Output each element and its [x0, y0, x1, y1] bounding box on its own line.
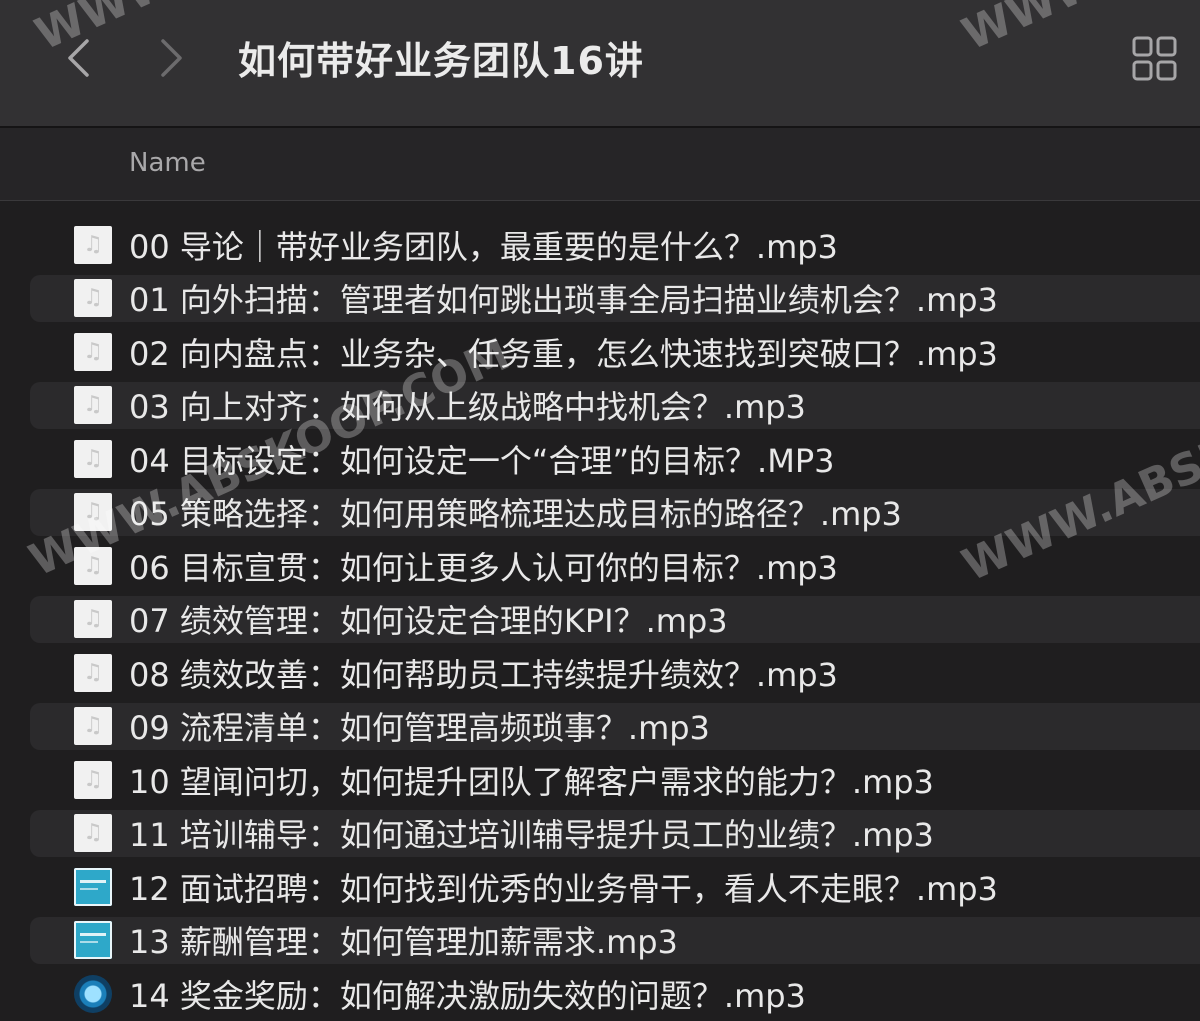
file-row[interactable]: ♫ 11 培训辅导：如何通过培训辅导提升员工的业绩？.mp3 [0, 807, 1200, 861]
window-title: 如何带好业务团队16讲 [238, 39, 644, 83]
audio-file-icon: ♫ [74, 386, 112, 425]
file-name: 08 绩效改善：如何帮助员工持续提升绩效？.mp3 [129, 655, 838, 694]
file-name: 04 目标设定：如何设定一个“合理”的目标？.MP3 [129, 441, 835, 480]
audio-file-icon: ♫ [74, 760, 112, 799]
file-name: 09 流程清单：如何管理高频琐事？.mp3 [129, 709, 710, 748]
file-row[interactable]: ♫ 02 向内盘点：业务杂、任务重，怎么快速找到突破口？.mp3 [0, 325, 1200, 379]
grid-view-icon [1132, 36, 1177, 81]
file-row[interactable]: ♫ 05 策略选择：如何用策略梳理达成目标的路径？.mp3 [0, 486, 1200, 540]
file-row[interactable]: ♫ 03 向上对齐：如何从上级战略中找机会？.mp3 [0, 379, 1200, 433]
audio-file-icon: ♫ [74, 225, 112, 264]
file-name: 07 绩效管理：如何设定合理的KPI？.mp3 [129, 602, 728, 641]
file-row[interactable]: ♫ 01 向外扫描：管理者如何跳出琐事全局扫描业绩机会？.mp3 [0, 272, 1200, 326]
video-thumbnail-icon [74, 921, 112, 960]
file-name: 14 奖金奖励：如何解决激励失效的问题？.mp3 [129, 976, 806, 1015]
audio-file-icon: ♫ [74, 707, 112, 746]
file-name: 12 面试招聘：如何找到优秀的业务骨干，看人不走眼？.mp3 [129, 869, 998, 908]
audio-file-icon: ♫ [74, 332, 112, 371]
audio-file-icon: ♫ [74, 546, 112, 585]
file-list: ♫ 00 导论｜带好业务团队，最重要的是什么？.mp3 ♫ 01 向外扫描：管理者如何… [0, 218, 1200, 1021]
file-row[interactable]: ♫ 04 目标设定：如何设定一个“合理”的目标？.MP3 [0, 432, 1200, 486]
media-globe-icon [74, 974, 112, 1013]
file-name: 02 向内盘点：业务杂、任务重，怎么快速找到突破口？.mp3 [129, 334, 998, 373]
file-row[interactable]: ♫ 09 流程清单：如何管理高频琐事？.mp3 [0, 700, 1200, 754]
file-name: 01 向外扫描：管理者如何跳出琐事全局扫描业绩机会？.mp3 [129, 281, 998, 320]
file-row[interactable]: ♫ 07 绩效管理：如何设定合理的KPI？.mp3 [0, 593, 1200, 647]
column-header: Name [0, 128, 1200, 201]
file-row[interactable]: ♫ 08 绩效改善：如何帮助员工持续提升绩效？.mp3 [0, 646, 1200, 700]
file-row[interactable]: ♫ 06 目标宣贯：如何让更多人认可你的目标？.mp3 [0, 539, 1200, 593]
finder-window: 如何带好业务团队16讲 Name ♫ 00 导论｜带好业务团队，最重要的是什么？.… [0, 0, 1200, 1021]
forward-button[interactable] [148, 34, 196, 82]
file-name: 03 向上对齐：如何从上级战略中找机会？.mp3 [129, 388, 806, 427]
audio-file-icon: ♫ [74, 600, 112, 639]
chevron-right-icon [161, 39, 182, 77]
file-row[interactable]: ♫ 00 导论｜带好业务团队，最重要的是什么？.mp3 [0, 218, 1200, 272]
name-column-header[interactable]: Name [129, 148, 206, 178]
file-name: 00 导论｜带好业务团队，最重要的是什么？.mp3 [129, 227, 838, 266]
toolbar: 如何带好业务团队16讲 [0, 0, 1200, 128]
file-row[interactable]: 12 面试招聘：如何找到优秀的业务骨干，看人不走眼？.mp3 [0, 860, 1200, 914]
back-button[interactable] [54, 34, 102, 82]
file-name: 10 望闻问切，如何提升团队了解客户需求的能力？.mp3 [129, 762, 934, 801]
file-name: 06 目标宣贯：如何让更多人认可你的目标？.mp3 [129, 548, 838, 587]
file-row[interactable]: 13 薪酬管理：如何管理加薪需求.mp3 [0, 914, 1200, 968]
file-row[interactable]: 14 奖金奖励：如何解决激励失效的问题？.mp3 [0, 967, 1200, 1021]
chevron-left-icon [68, 39, 89, 77]
audio-file-icon: ♫ [74, 814, 112, 853]
audio-file-icon: ♫ [74, 279, 112, 318]
file-name: 05 策略选择：如何用策略梳理达成目标的路径？.mp3 [129, 495, 902, 534]
audio-file-icon: ♫ [74, 439, 112, 478]
video-thumbnail-icon [74, 867, 112, 906]
file-name: 13 薪酬管理：如何管理加薪需求.mp3 [129, 923, 678, 962]
file-row[interactable]: ♫ 10 望闻问切，如何提升团队了解客户需求的能力？.mp3 [0, 753, 1200, 807]
file-name: 11 培训辅导：如何通过培训辅导提升员工的业绩？.mp3 [129, 816, 934, 855]
audio-file-icon: ♫ [74, 493, 112, 532]
view-toggle-button[interactable] [1132, 36, 1178, 82]
audio-file-icon: ♫ [74, 653, 112, 692]
